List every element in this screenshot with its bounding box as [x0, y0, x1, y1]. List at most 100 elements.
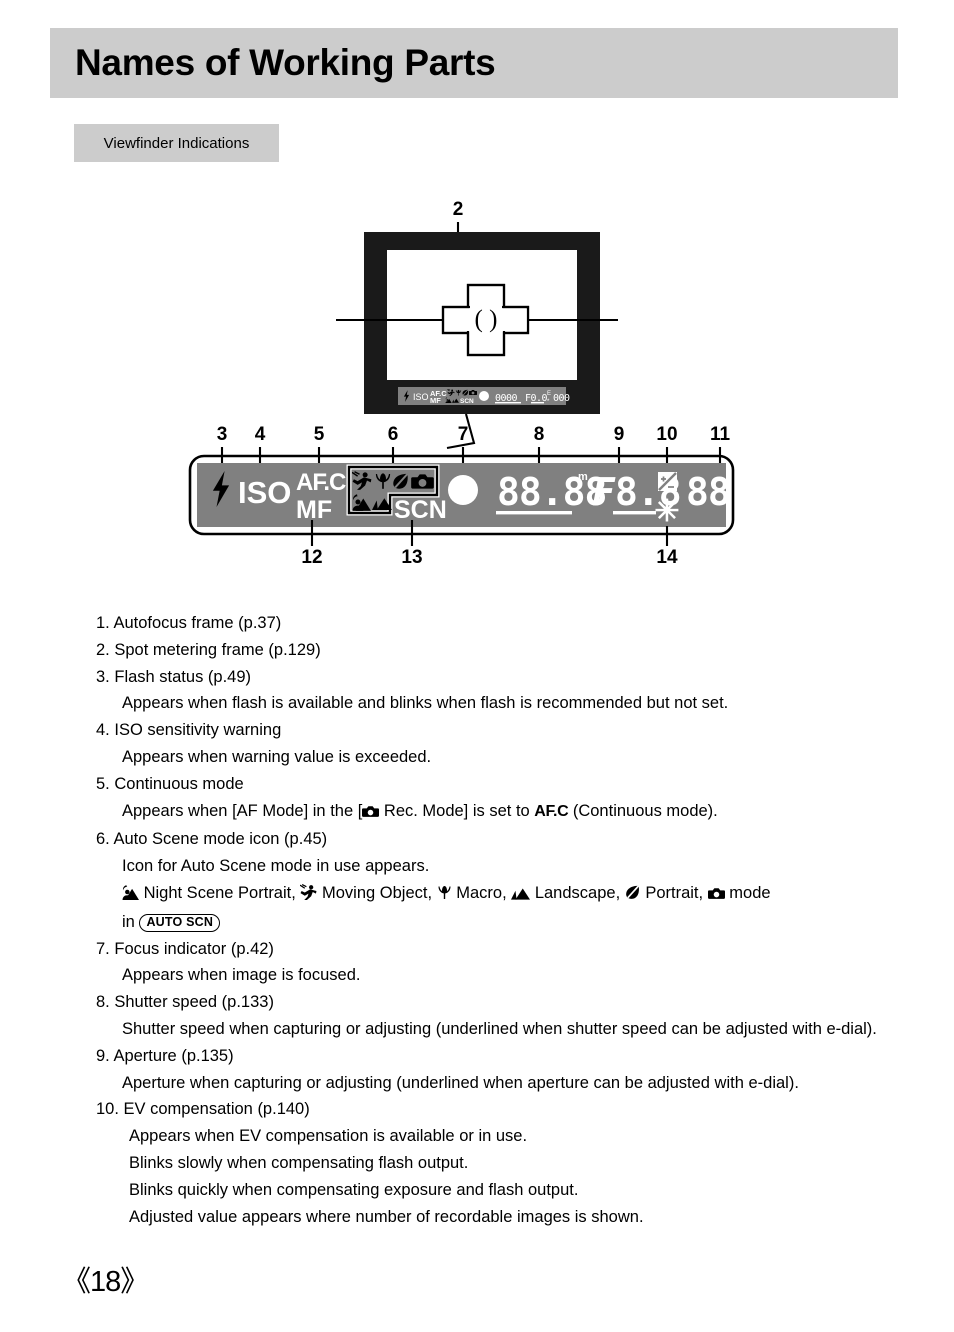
- auto-scn-badge: AUTO SCN: [139, 913, 221, 932]
- callout-9: 9: [614, 424, 625, 445]
- callout-11: 11: [710, 424, 731, 445]
- portrait-leaf-icon: [625, 882, 641, 909]
- item-6-number: 6.: [96, 830, 110, 849]
- svg-text:000: 000: [553, 393, 570, 404]
- list-item: 10. EV compensation (p.140): [96, 1096, 886, 1123]
- svg-text:ISO: ISO: [413, 392, 429, 402]
- viewfinder-info-strip: ISO AF.C MF SCN 0000 F0.0 E * 000: [398, 387, 571, 405]
- list-item: 8. Shutter speed (p.133): [96, 989, 886, 1016]
- item-8-text: Shutter speed (p.133): [114, 993, 274, 1012]
- item-5-rec-mode: Rec. Mode] is set to: [379, 801, 535, 820]
- item-7-detail: Appears when image is focused.: [122, 966, 361, 985]
- section-chip-label: Viewfinder Indications: [103, 134, 250, 152]
- section-chip: Viewfinder Indications: [74, 124, 279, 162]
- item-6-detail: Icon for Auto Scene mode in use appears.: [122, 857, 430, 876]
- night-scene-portrait-icon: [122, 882, 139, 909]
- item-4-number: 4.: [96, 721, 110, 740]
- item-3-detail: Appears when flash is available and blin…: [122, 694, 729, 713]
- item-3-text: Flash status (p.49): [114, 667, 251, 686]
- callout-12: 12: [301, 547, 322, 568]
- scn-label: SCN: [394, 496, 447, 524]
- focus-dot-icon: [448, 475, 478, 505]
- viewfinder-figure: 2 ( ) 1 1 ISO AF.C MF: [0, 190, 954, 570]
- list-item: 2. Spot metering frame (p.129): [96, 637, 886, 664]
- mf-label: MF: [296, 496, 332, 524]
- macro-tulip-icon: [437, 882, 452, 909]
- moving-object-icon: [300, 882, 317, 909]
- callout-10: 10: [656, 424, 677, 445]
- item-1-number: 1.: [96, 614, 110, 632]
- item-2-text: Spot metering frame (p.129): [114, 640, 321, 659]
- item-3-number: 3.: [96, 667, 110, 686]
- item-6-macro-label: Macro,: [451, 883, 512, 902]
- list-item: 3. Flash status (p.49): [96, 664, 886, 691]
- svg-text:E: E: [547, 391, 551, 397]
- list-item: 7. Focus indicator (p.42): [96, 936, 886, 963]
- item-6-in-label: in: [122, 912, 140, 931]
- frames-digits: 88.8: [686, 470, 774, 514]
- item-10-detail-4: Adjusted value appears where number of r…: [129, 1207, 644, 1226]
- item-6-portrait-label: Portrait,: [640, 883, 708, 902]
- item-10-text: EV compensation (p.140): [123, 1100, 310, 1119]
- item-5-text: Continuous mode: [114, 774, 244, 793]
- asterisk-icon: ✳: [654, 495, 679, 528]
- item-5-detail-suffix: (Continuous mode).: [568, 801, 718, 820]
- callout-8: 8: [534, 424, 545, 445]
- item-4-detail: Appears when warning value is exceeded.: [122, 747, 432, 766]
- list-item: 5. Continuous mode: [96, 771, 886, 798]
- callout-6: 6: [388, 424, 399, 445]
- afc-label: AF.C: [296, 469, 346, 496]
- aperture-prefix: F: [592, 470, 616, 514]
- page-title: Names of Working Parts: [75, 42, 496, 83]
- callout-3: 3: [217, 424, 228, 445]
- callout-2: 2: [453, 199, 464, 220]
- item-5-number: 5.: [96, 774, 110, 793]
- item-9-number: 9.: [96, 1046, 110, 1065]
- shutter-speed-digits: 88.88: [497, 470, 606, 514]
- shutter-unit-label: m: [578, 471, 588, 483]
- item-2-number: 2.: [96, 640, 110, 659]
- callout-13: 13: [401, 547, 422, 568]
- item-6-landscape-label: Landscape,: [530, 883, 625, 902]
- item-5-detail: Appears when [AF Mode] in the [ Rec. Mod…: [96, 798, 886, 827]
- callout-7: 7: [458, 424, 469, 445]
- item-6-text: Auto Scene mode icon (p.45): [113, 830, 328, 849]
- item-6-autoscn-line: in AUTO SCN: [96, 909, 886, 936]
- item-7-number: 7.: [96, 939, 110, 958]
- spot-metering-frame: ( ): [475, 306, 498, 333]
- item-6-moving-label: Moving Object,: [317, 883, 437, 902]
- page-header-band: Names of Working Parts: [50, 28, 898, 98]
- camera-icon: [362, 800, 380, 827]
- list-item: 4. ISO sensitivity warning: [96, 717, 886, 744]
- item-8-detail: Shutter speed when capturing or adjustin…: [122, 1019, 877, 1038]
- callout-14: 14: [656, 547, 678, 568]
- item-10-number: 10.: [96, 1100, 119, 1119]
- item-6-mode-label: mode: [724, 883, 771, 902]
- item-10-detail-2: Blinks slowly when compensating flash ou…: [129, 1153, 469, 1172]
- iso-label: ISO: [238, 475, 291, 510]
- item-10-detail-3: Blinks quickly when compensating exposur…: [129, 1180, 579, 1199]
- page-number: 《18》: [62, 1266, 149, 1298]
- item-4-text: ISO sensitivity warning: [114, 721, 282, 740]
- item-5-detail-prefix: Appears when [AF Mode] in the [: [122, 801, 363, 820]
- item-7-text: Focus indicator (p.42): [114, 939, 274, 958]
- ev-compensation-icon: [658, 472, 677, 491]
- item-9-text: Aperture (p.135): [113, 1046, 234, 1065]
- list-item: 1. Autofocus frame (p.37): [96, 610, 886, 637]
- camera-icon: [707, 882, 725, 909]
- afc-inline-tag: AF.C: [534, 802, 569, 820]
- item-8-number: 8.: [96, 993, 110, 1012]
- callout-4: 4: [255, 424, 266, 445]
- item-9-detail: Aperture when capturing or adjusting (un…: [122, 1073, 799, 1092]
- list-item: 6. Auto Scene mode icon (p.45): [96, 826, 886, 853]
- svg-text:SCN: SCN: [460, 398, 474, 405]
- callout-5: 5: [314, 424, 325, 445]
- item-10-detail-1: Appears when EV compensation is availabl…: [129, 1127, 528, 1146]
- item-6-icon-legend: Night Scene Portrait, Moving Object, Mac…: [96, 880, 886, 909]
- landscape-mountain-icon: [511, 882, 531, 909]
- svg-text:MF: MF: [430, 396, 441, 405]
- parts-description-list: 1. Autofocus frame (p.37) 2. Spot meteri…: [96, 610, 886, 1230]
- item-1-text: Autofocus frame (p.37): [113, 614, 282, 632]
- list-item: 9. Aperture (p.135): [96, 1043, 886, 1070]
- item-6-night-label: Night Scene Portrait,: [139, 883, 301, 902]
